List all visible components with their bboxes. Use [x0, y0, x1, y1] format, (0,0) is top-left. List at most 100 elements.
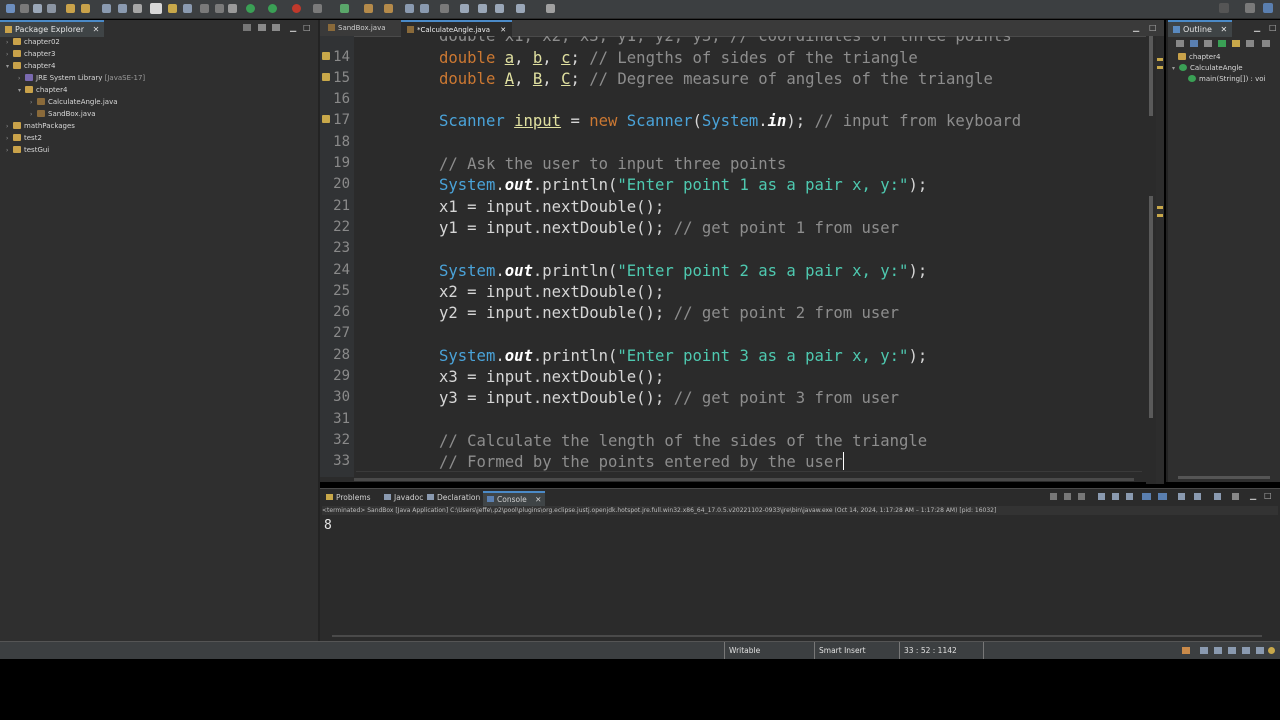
tree-item[interactable]: › test2: [6, 133, 42, 144]
minimize-icon[interactable]: ▁: [1133, 23, 1139, 32]
maximize-icon[interactable]: □: [1264, 491, 1272, 500]
undo-icon[interactable]: [66, 4, 75, 13]
warning-marker[interactable]: [1157, 58, 1163, 61]
clear-console-icon[interactable]: [1098, 493, 1105, 500]
horizontal-scrollbar[interactable]: [354, 477, 1146, 482]
remove-all-icon[interactable]: [1078, 493, 1085, 500]
maximize-icon[interactable]: □: [1149, 23, 1157, 32]
open-console-icon[interactable]: [1214, 493, 1221, 500]
sort-icon[interactable]: [1190, 40, 1198, 47]
open-perspective-icon[interactable]: [1245, 3, 1255, 13]
chevron-down-icon[interactable]: ▾: [1172, 63, 1179, 74]
show-stderr-icon[interactable]: [1158, 493, 1167, 500]
save-icon[interactable]: [33, 4, 42, 13]
console-output[interactable]: 8: [324, 518, 332, 533]
coverage-icon[interactable]: [313, 4, 322, 13]
tab-javadoc[interactable]: Javadoc: [380, 491, 427, 504]
scroll-thumb[interactable]: [1149, 36, 1153, 116]
minimize-icon[interactable]: ▁: [290, 23, 296, 32]
quick-search-icon[interactable]: [1219, 3, 1229, 13]
overview-ruler[interactable]: [1156, 36, 1164, 484]
tree-item[interactable]: › chapter3: [6, 49, 55, 60]
tab-problems[interactable]: Problems: [322, 491, 375, 504]
outline-item-method[interactable]: main(String[]) : voi: [1188, 74, 1265, 85]
open-type-icon[interactable]: [364, 4, 373, 13]
toggle-icon[interactable]: [118, 4, 127, 13]
minimize-icon[interactable]: ▁: [1250, 491, 1256, 500]
back-dropdown-icon[interactable]: [478, 4, 487, 13]
close-icon[interactable]: ✕: [1221, 25, 1228, 34]
problems-status-icon[interactable]: [1256, 647, 1264, 654]
skip-breakpoints-icon[interactable]: [228, 4, 237, 13]
chevron-right-icon[interactable]: ›: [6, 121, 13, 132]
collapse-all-icon[interactable]: [1176, 40, 1184, 47]
chevron-down-icon[interactable]: ▾: [6, 61, 13, 72]
chevron-right-icon[interactable]: ›: [6, 37, 13, 48]
run-icon[interactable]: [268, 4, 277, 13]
console-h-scrollbar[interactable]: [322, 633, 1274, 639]
maximize-view-icon[interactable]: [546, 4, 555, 13]
tree-item[interactable]: › mathPackages: [6, 121, 75, 132]
close-icon[interactable]: ✕: [93, 25, 100, 34]
close-icon[interactable]: ✕: [535, 495, 541, 504]
back-icon[interactable]: [460, 4, 469, 13]
display-console-icon[interactable]: [1194, 493, 1201, 500]
code-area[interactable]: double x1, x2, x3, y1, y2, y3; // coordi…: [320, 36, 1150, 477]
terminate-icon[interactable]: [1050, 493, 1057, 500]
progress-icon[interactable]: [1228, 647, 1236, 654]
mark-occurrences-icon[interactable]: [150, 3, 162, 14]
external-tools-icon[interactable]: [292, 4, 301, 13]
h-scroll-thumb[interactable]: [354, 478, 1134, 481]
tree-item[interactable]: › chapter02: [6, 37, 60, 48]
save-all-icon[interactable]: [47, 4, 56, 13]
annotation-next-icon[interactable]: [405, 4, 414, 13]
tree-item[interactable]: ▾ chapter4: [18, 85, 67, 96]
chevron-right-icon[interactable]: ›: [6, 145, 13, 156]
tree-item[interactable]: › CalculateAngle.java: [30, 97, 118, 108]
new-java-project-icon[interactable]: [340, 4, 349, 13]
java-perspective-icon[interactable]: [1263, 3, 1273, 13]
code-editor[interactable]: SandBox.java *CalculateAngle.java ✕ ▁ □ …: [320, 20, 1164, 484]
view-menu-icon[interactable]: [1232, 493, 1239, 500]
scroll-thumb-secondary[interactable]: [1149, 196, 1153, 418]
last-edit-icon[interactable]: [440, 4, 449, 13]
console-h-scroll-thumb[interactable]: [332, 635, 1262, 637]
scroll-lock-icon[interactable]: [1112, 493, 1119, 500]
heap-icon[interactable]: [1242, 647, 1250, 654]
new-icon[interactable]: [6, 4, 15, 13]
maximize-icon[interactable]: □: [1269, 23, 1277, 32]
tree-item[interactable]: › testGui: [6, 145, 49, 156]
tree-item[interactable]: ▾ chapter4: [6, 61, 55, 72]
hide-fields-icon[interactable]: [1204, 40, 1212, 47]
hide-local-types-icon[interactable]: [1246, 40, 1254, 47]
redo-icon[interactable]: [81, 4, 90, 13]
notification-icon[interactable]: [1182, 647, 1190, 654]
forward-icon[interactable]: [495, 4, 504, 13]
tab-sandbox-java[interactable]: SandBox.java: [322, 20, 392, 36]
chevron-right-icon[interactable]: ›: [6, 49, 13, 60]
tree-item[interactable]: › JRE System Library [JavaSE-17]: [18, 73, 145, 84]
chevron-right-icon[interactable]: ›: [30, 109, 37, 120]
status-insert-mode[interactable]: Smart Insert: [814, 642, 866, 659]
outline-item-package[interactable]: chapter4: [1178, 52, 1220, 63]
open-icon[interactable]: [20, 4, 29, 13]
chevron-right-icon[interactable]: ›: [6, 133, 13, 144]
outline-h-scroll[interactable]: [1178, 476, 1270, 479]
pin-icon[interactable]: [200, 4, 209, 13]
show-stdout-icon[interactable]: [1142, 493, 1151, 500]
warning-marker[interactable]: [1157, 66, 1163, 69]
tasks-icon[interactable]: [1200, 647, 1208, 654]
view-menu-icon[interactable]: [1262, 40, 1270, 47]
tips-icon[interactable]: [1268, 647, 1275, 654]
debug-icon[interactable]: [246, 4, 255, 13]
chevron-right-icon[interactable]: ›: [18, 73, 25, 84]
warning-marker[interactable]: [1157, 206, 1163, 209]
hide-static-icon[interactable]: [1218, 40, 1226, 47]
outline-item-class[interactable]: ▾ CalculateAngle: [1172, 63, 1243, 74]
close-tab-icon[interactable]: ✕: [500, 26, 506, 34]
remove-launch-icon[interactable]: [1064, 493, 1071, 500]
hide-nonpublic-icon[interactable]: [1232, 40, 1240, 47]
breadcrumb-icon[interactable]: [133, 4, 142, 13]
status-cursor-position[interactable]: 33 : 52 : 1142: [899, 642, 957, 659]
vertical-scrollbar[interactable]: [1146, 36, 1156, 484]
